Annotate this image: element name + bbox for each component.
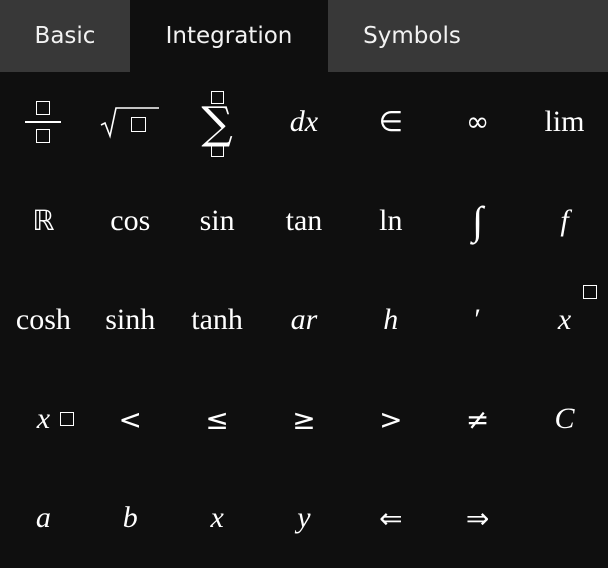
subscript-key[interactable]: x bbox=[0, 370, 87, 469]
constant-c-key[interactable]: C bbox=[521, 370, 608, 469]
less-equal-label: ≤ bbox=[205, 402, 229, 436]
tab-bar: Basic Integration Symbols bbox=[0, 0, 608, 72]
fraction-key[interactable] bbox=[0, 72, 87, 171]
sqrt-key[interactable] bbox=[87, 72, 174, 171]
ln-label: ln bbox=[379, 203, 403, 237]
not-equal-key[interactable]: ≠ bbox=[434, 370, 521, 469]
infinity-label: ∞ bbox=[465, 105, 490, 139]
y-key[interactable]: y bbox=[261, 469, 348, 568]
lim-label: lim bbox=[544, 104, 585, 138]
x-label: x bbox=[210, 501, 224, 535]
tab-basic-label: Basic bbox=[34, 23, 96, 49]
tab-basic[interactable]: Basic bbox=[0, 0, 130, 72]
y-label: y bbox=[297, 501, 311, 535]
tan-label: tan bbox=[285, 203, 323, 237]
ar-label: ar bbox=[290, 302, 318, 336]
less-than-key[interactable]: < bbox=[87, 370, 174, 469]
b-key[interactable]: b bbox=[87, 469, 174, 568]
b-label: b bbox=[122, 501, 138, 535]
dx-key[interactable]: dx bbox=[261, 72, 348, 171]
h-label: h bbox=[383, 302, 399, 336]
left-double-arrow-key[interactable]: ⇐ bbox=[347, 469, 434, 568]
cos-label: cos bbox=[110, 203, 151, 237]
ln-key[interactable]: ln bbox=[347, 171, 434, 270]
superscript-key[interactable]: x bbox=[521, 270, 608, 369]
less-than-label: < bbox=[118, 402, 142, 436]
f-label: f bbox=[560, 203, 569, 237]
element-of-key[interactable]: ∈ bbox=[347, 72, 434, 171]
subscript-template-icon: x bbox=[36, 402, 75, 436]
tan-key[interactable]: tan bbox=[261, 171, 348, 270]
tanh-key[interactable]: tanh bbox=[174, 270, 261, 369]
prime-label: ′ bbox=[474, 302, 481, 336]
ar-key[interactable]: ar bbox=[261, 270, 348, 369]
a-key[interactable]: a bbox=[0, 469, 87, 568]
right-double-arrow-key[interactable]: ⇒ bbox=[434, 469, 521, 568]
greater-than-key[interactable]: > bbox=[347, 370, 434, 469]
summation-template-icon: ∑ bbox=[201, 90, 233, 157]
infinity-key[interactable]: ∞ bbox=[434, 72, 521, 171]
cosh-key[interactable]: cosh bbox=[0, 270, 87, 369]
tanh-label: tanh bbox=[191, 302, 243, 336]
tab-bar-filler bbox=[496, 0, 608, 72]
sin-label: sin bbox=[199, 203, 235, 237]
lim-key[interactable]: lim bbox=[521, 72, 608, 171]
not-equal-label: ≠ bbox=[465, 402, 490, 436]
fraction-template-icon bbox=[25, 100, 62, 143]
a-label: a bbox=[35, 501, 51, 535]
cos-key[interactable]: cos bbox=[87, 171, 174, 270]
symbol-keypad: ∑ dx ∈ ∞ lim ℝ cos sin tan ln ∫ f cosh s… bbox=[0, 72, 608, 568]
tab-integration[interactable]: Integration bbox=[130, 0, 328, 72]
f-key[interactable]: f bbox=[521, 171, 608, 270]
empty-key-slot bbox=[521, 469, 608, 568]
element-of-label: ∈ bbox=[378, 105, 403, 139]
right-double-arrow-icon: ⇒ bbox=[465, 501, 490, 535]
left-double-arrow-icon: ⇐ bbox=[379, 501, 403, 535]
h-key[interactable]: h bbox=[347, 270, 434, 369]
subscript-base-label: x bbox=[36, 402, 51, 436]
sin-key[interactable]: sin bbox=[174, 171, 261, 270]
integral-key[interactable]: ∫ bbox=[434, 171, 521, 270]
superscript-base-label: x bbox=[557, 302, 572, 336]
summation-key[interactable]: ∑ bbox=[174, 72, 261, 171]
reals-label: ℝ bbox=[32, 204, 55, 238]
greater-than-label: > bbox=[379, 402, 403, 436]
constant-c-label: C bbox=[554, 402, 575, 436]
reals-key[interactable]: ℝ bbox=[0, 171, 87, 270]
tab-symbols[interactable]: Symbols bbox=[328, 0, 496, 72]
greater-equal-label: ≥ bbox=[292, 402, 316, 436]
sinh-key[interactable]: sinh bbox=[87, 270, 174, 369]
greater-equal-key[interactable]: ≥ bbox=[261, 370, 348, 469]
integral-label: ∫ bbox=[472, 198, 484, 244]
sinh-label: sinh bbox=[105, 302, 156, 336]
less-equal-key[interactable]: ≤ bbox=[174, 370, 261, 469]
dx-label: dx bbox=[289, 104, 319, 138]
square-root-template-icon bbox=[99, 105, 161, 139]
tab-integration-label: Integration bbox=[165, 23, 293, 49]
cosh-label: cosh bbox=[15, 302, 71, 336]
superscript-template-icon: x bbox=[557, 284, 598, 337]
x-key[interactable]: x bbox=[174, 469, 261, 568]
prime-key[interactable]: ′ bbox=[434, 270, 521, 369]
tab-symbols-label: Symbols bbox=[363, 23, 461, 49]
